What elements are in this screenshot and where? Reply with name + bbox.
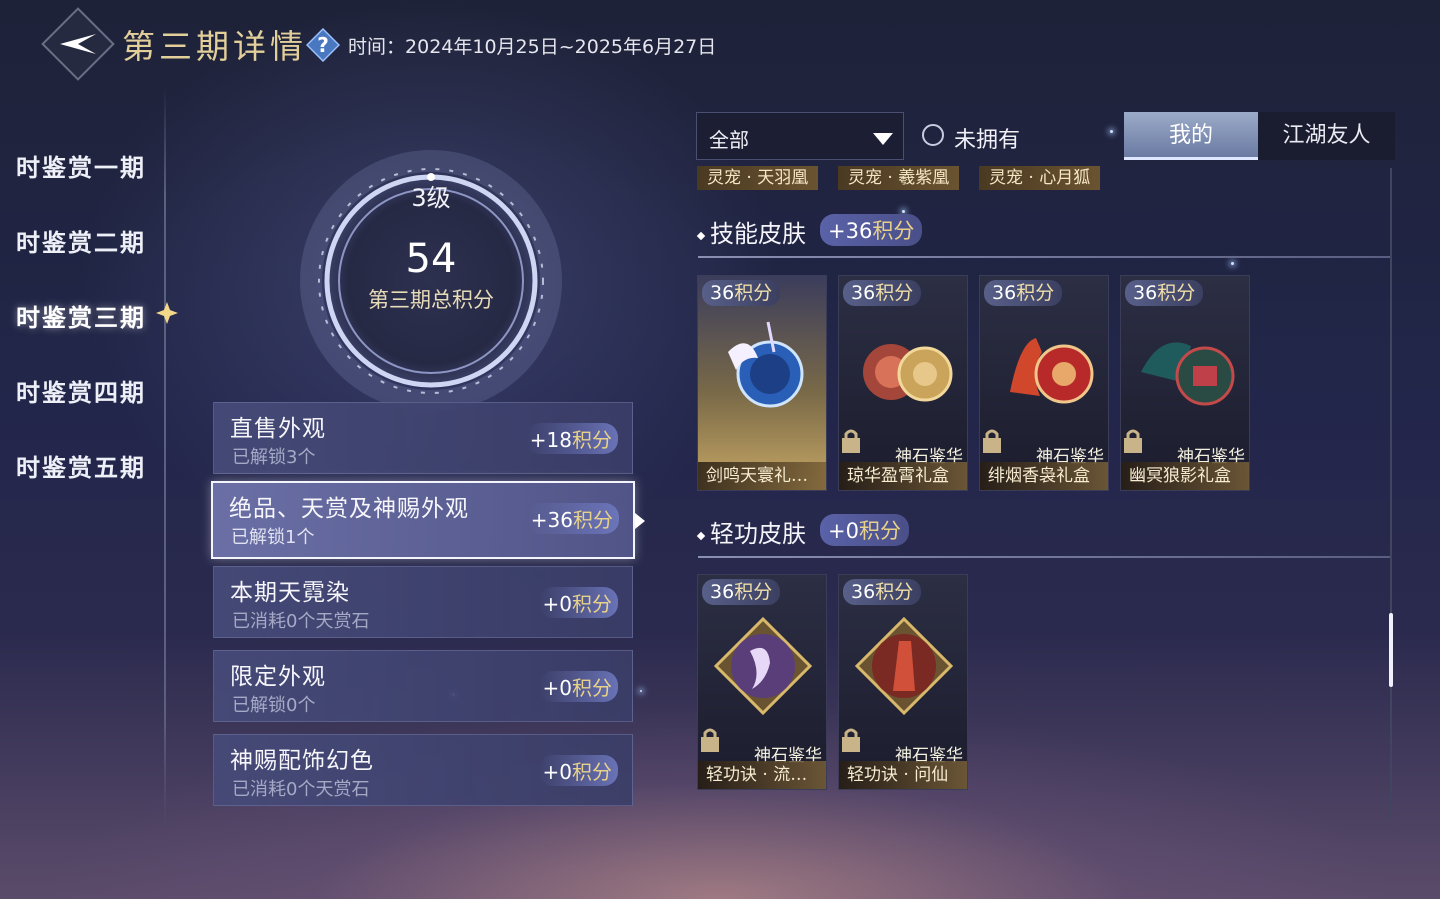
category-title: 神赐配饰幻色 (230, 748, 374, 774)
lock-icon (701, 728, 719, 752)
item-points: 36积分 (702, 280, 781, 306)
svg-text:?: ? (317, 33, 329, 57)
unowned-label[interactable]: 未拥有 (954, 122, 1020, 154)
pet-tag: 灵宠 · 心月狐 (979, 166, 1101, 190)
sparkle-decoration (1110, 130, 1113, 133)
sidebar-divider (164, 86, 166, 826)
item-points: 36积分 (843, 280, 922, 306)
filter-dropdown[interactable]: 全部 (696, 112, 904, 160)
category-points: +0积分 (538, 755, 618, 786)
item-points: 36积分 (702, 579, 781, 605)
category-sub: 已解锁0个 (232, 695, 316, 716)
category-title: 绝品、天赏及神赐外观 (229, 496, 469, 522)
section-title: 轻功皮肤 (696, 514, 806, 549)
category-premium[interactable]: 绝品、天赏及神赐外观 已解锁1个 +36积分 (211, 481, 645, 559)
active-marker-icon (156, 302, 178, 324)
sidebar-item-period-1[interactable]: 时鉴赏一期 (16, 148, 146, 183)
item-points: 36积分 (984, 280, 1063, 306)
score-total: 54 (405, 236, 457, 282)
period-value: 2024年10月25日~2025年6月27日 (405, 36, 717, 58)
section-divider (698, 256, 1390, 258)
scrollbar-thumb[interactable] (1389, 613, 1393, 687)
lock-icon (842, 429, 860, 453)
section-divider (698, 556, 1390, 558)
item-card[interactable]: 36积分 神石鉴华 绯烟香袅礼盒 (979, 275, 1109, 491)
selected-arrow-icon (635, 513, 645, 529)
sidebar-item-period-3[interactable]: 时鉴赏三期 (16, 298, 146, 333)
category-title: 限定外观 (230, 664, 326, 690)
lock-icon (1124, 429, 1142, 453)
section-points: +36积分 (820, 214, 923, 246)
unowned-radio[interactable] (922, 124, 944, 146)
lock-icon (842, 728, 860, 752)
category-sub: 已消耗0个天赏石 (232, 611, 370, 632)
category-accessory-color[interactable]: 神赐配饰幻色 已消耗0个天赏石 +0积分 (213, 734, 633, 806)
period-label: 时间： (348, 36, 406, 58)
item-name: 幽冥狼影礼盒 (1121, 462, 1249, 490)
item-name: 绯烟香袅礼盒 (980, 462, 1108, 490)
category-sub: 已消耗0个天赏石 (232, 779, 370, 800)
category-limited[interactable]: 限定外观 已解锁0个 +0积分 (213, 650, 633, 722)
help-icon[interactable]: ? (306, 28, 340, 62)
tab-friends[interactable]: 江湖友人 (1258, 112, 1395, 160)
category-points: +0积分 (538, 671, 618, 702)
item-card[interactable]: 36积分 剑鸣天寰礼… (697, 275, 827, 491)
qinggong-warrior-icon (854, 616, 954, 716)
score-level: 3级 (411, 184, 451, 212)
back-arrow-icon (60, 34, 96, 54)
section-title: 技能皮肤 (696, 214, 806, 249)
category-points: +36积分 (526, 503, 619, 534)
item-card[interactable]: 36积分 神石鉴华 幽冥狼影礼盒 (1120, 275, 1250, 491)
category-sub: 已解锁1个 (231, 527, 315, 548)
skin-wolf-box-icon (1141, 342, 1235, 406)
item-name: 剑鸣天寰礼… (698, 462, 826, 490)
scrollbar-track[interactable] (1390, 168, 1392, 818)
sparkle-decoration (1231, 262, 1234, 265)
category-sub: 已解锁3个 (232, 447, 316, 468)
skin-flower-box-icon (863, 344, 953, 402)
score-ring: 3级 54 第三期总积分 (300, 150, 562, 412)
section-points: +0积分 (820, 514, 909, 546)
item-name: 轻功诀 · 流… (698, 761, 826, 789)
category-title: 直售外观 (230, 416, 326, 442)
category-points: +0积分 (538, 587, 618, 618)
pet-tag: 灵宠 · 天羽凰 (697, 166, 819, 190)
sidebar-item-period-2[interactable]: 时鉴赏二期 (16, 223, 146, 258)
qinggong-dancer-icon (713, 616, 813, 716)
lock-icon (983, 429, 1001, 453)
item-points: 36积分 (1125, 280, 1204, 306)
item-card[interactable]: 36积分 神石鉴华 琼华盈霄礼盒 (838, 275, 968, 491)
category-dye[interactable]: 本期天霓染 已消耗0个天赏石 +0积分 (213, 566, 633, 638)
skin-sword-phoenix-icon (728, 321, 804, 408)
tab-mine[interactable]: 我的 (1124, 112, 1258, 160)
sidebar-item-period-4[interactable]: 时鉴赏四期 (16, 373, 146, 408)
skin-fox-box-icon (1010, 338, 1094, 404)
item-points: 36积分 (843, 579, 922, 605)
pet-tag: 灵宠 · 羲紫凰 (838, 166, 960, 190)
sidebar-item-period-5[interactable]: 时鉴赏五期 (16, 448, 146, 483)
sparkle-decoration (902, 210, 905, 213)
page-title: 第三期详情 (122, 27, 307, 66)
category-points: +18积分 (525, 423, 618, 454)
item-name: 轻功诀 · 问仙 (839, 761, 967, 789)
dropdown-value: 全部 (709, 128, 749, 152)
item-card[interactable]: 36积分 神石鉴华 轻功诀 · 问仙 (838, 574, 968, 790)
category-title: 本期天霓染 (230, 580, 350, 606)
item-card[interactable]: 36积分 神石鉴华 轻功诀 · 流… (697, 574, 827, 790)
event-period: 时间：2024年10月25日~2025年6月27日 (348, 32, 716, 59)
chevron-down-icon (873, 133, 893, 145)
category-direct-sale[interactable]: 直售外观 已解锁3个 +18积分 (213, 402, 633, 474)
score-label: 第三期总积分 (368, 288, 494, 312)
item-name: 琼华盈霄礼盒 (839, 462, 967, 490)
sparkle-decoration (640, 690, 642, 692)
